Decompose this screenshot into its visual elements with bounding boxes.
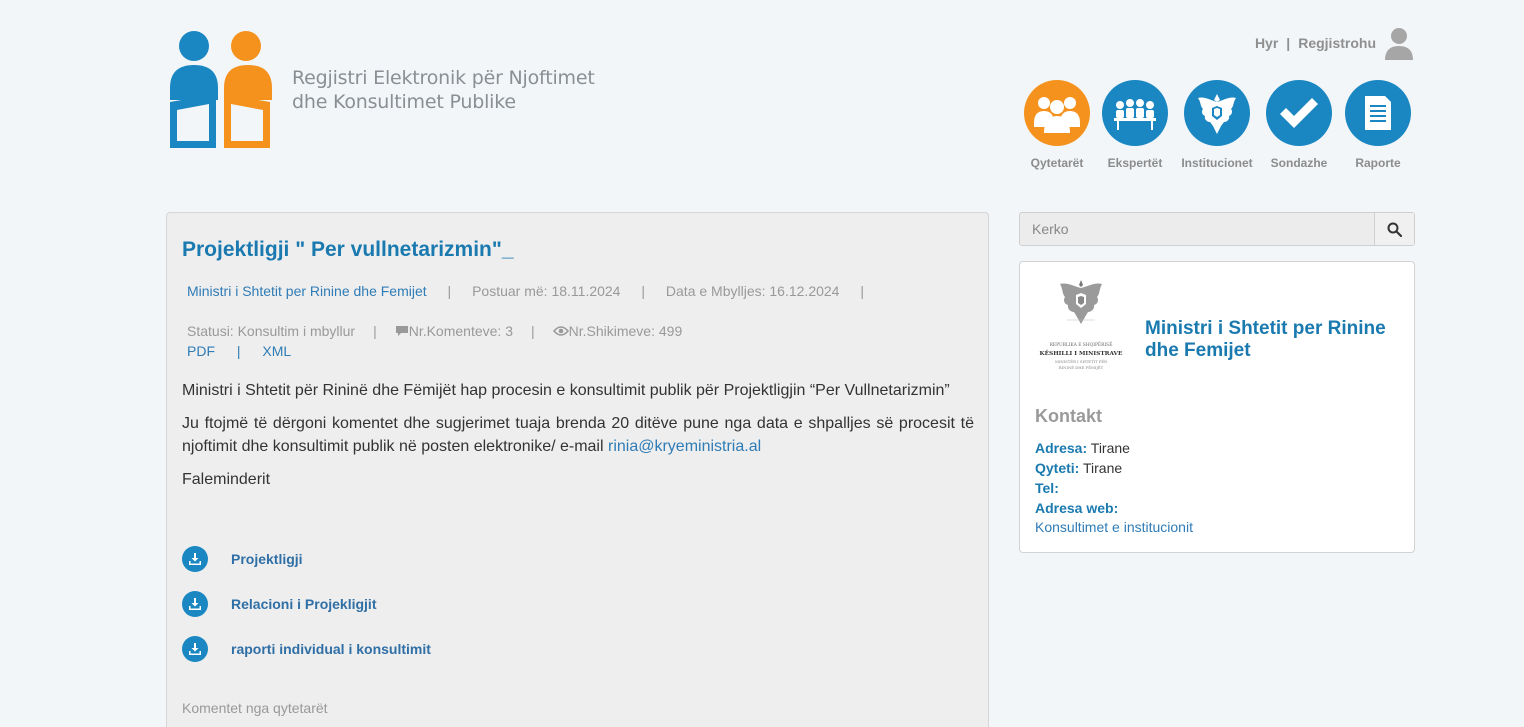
experts-icon: [1114, 99, 1156, 130]
address-value: Tirane: [1090, 440, 1130, 456]
export-separator: |: [236, 343, 241, 359]
contact-web: Adresa web:: [1035, 500, 1118, 516]
download-label[interactable]: Projektligji: [231, 551, 303, 567]
site-title-line-1: Regjistri Elektronik për Njoftimet: [292, 67, 595, 89]
tel-key: Tel:: [1035, 480, 1059, 496]
logo-book-blue: [170, 94, 216, 148]
logo-body-blue: [170, 65, 218, 100]
document-downloads: Projektligji Relacioni i Projekligjit ra…: [182, 546, 431, 681]
consultation-stats-row: Statusi: Konsultim i mbyllur | Nr.Koment…: [187, 323, 682, 339]
download-item-report-relation[interactable]: Relacioni i Projekligjit: [182, 591, 431, 617]
institution-consultations-link[interactable]: Konsultimet e institucionit: [1035, 519, 1193, 535]
checkmark-icon: [1280, 98, 1318, 128]
address-key: Adresa:: [1035, 440, 1088, 456]
nav-circle-reports: [1345, 80, 1411, 146]
meta-separator: |: [447, 283, 452, 299]
download-item-draft-law[interactable]: Projektligji: [182, 546, 431, 572]
logo-head-orange: [231, 31, 261, 61]
contact-city: Qyteti: Tirane: [1035, 460, 1122, 476]
pdf-export-link[interactable]: PDF: [187, 343, 215, 359]
emblem-text-line4: RININË DHE FËMIJËT: [1059, 365, 1104, 370]
email-link[interactable]: rinia@kryeministria.al: [608, 438, 761, 455]
eye-icon: [552, 326, 569, 336]
nav-circle-experts: [1102, 80, 1168, 146]
emblem-text-line3: MINISTËR I SHTETIT PËR: [1055, 359, 1107, 364]
comment-bubble-icon: [395, 326, 408, 336]
download-label[interactable]: raporti individual i konsultimit: [231, 641, 431, 657]
logo-body-orange: [224, 65, 272, 100]
consultation-meta-row: Ministri i Shtetit per Rinine dhe Femije…: [187, 283, 881, 299]
login-link[interactable]: Hyr: [1255, 35, 1278, 51]
views-count: Nr.Shikimeve: 499: [568, 323, 683, 339]
main-navigation: Qytetarët Ekspertët Institucionet Sondaz…: [1017, 80, 1417, 180]
eagle-emblem-icon: [1198, 94, 1236, 134]
consultation-title: Projektligji " Per vullnetarizmin"_: [182, 238, 514, 261]
site-logo[interactable]: [169, 30, 273, 150]
nav-label-citizens: Qytetarët: [1030, 156, 1084, 170]
citizens-icon: [1034, 97, 1080, 133]
consultation-description: Ministri i Shtetit për Rininë dhe Fëmijë…: [182, 379, 974, 501]
description-paragraph-1: Ministri i Shtetit për Rininë dhe Fëmijë…: [182, 382, 950, 399]
emblem-text-line2: KËSHILLI I MINISTRAVE: [1040, 350, 1123, 357]
city-value: Tirane: [1082, 460, 1123, 476]
meta-separator: |: [530, 323, 535, 339]
document-icon: [1365, 96, 1391, 130]
institution-link[interactable]: Ministri i Shtetit per Rinine dhe Femije…: [187, 283, 427, 299]
nav-label-institutions: Institucionet: [1181, 156, 1253, 170]
download-icon[interactable]: [182, 591, 208, 617]
download-label[interactable]: Relacioni i Projekligjit: [231, 596, 376, 612]
invitation-text: Ju ftojmë të dërgoni komentet dhe sugjer…: [182, 415, 974, 455]
nav-circle-citizens: [1024, 80, 1090, 146]
nav-item-citizens[interactable]: Qytetarët: [1017, 80, 1097, 170]
meta-separator: |: [641, 283, 646, 299]
consultation-status: Statusi: Konsultim i mbyllur: [187, 323, 356, 339]
comments-count: Nr.Komenteve: 3: [408, 323, 513, 339]
export-links: PDF | XML: [187, 343, 291, 359]
contact-tel: Tel:: [1035, 480, 1059, 496]
user-avatar-icon[interactable]: [1384, 26, 1414, 60]
city-key: Qyteti:: [1035, 460, 1080, 476]
search-icon: [1387, 222, 1402, 237]
search-button[interactable]: [1374, 213, 1414, 245]
nav-label-reports: Raporte: [1355, 156, 1401, 170]
search-input[interactable]: [1020, 213, 1374, 245]
download-icon[interactable]: [182, 546, 208, 572]
meta-separator: |: [373, 323, 377, 339]
comments-stat: Nr.Komenteve: 3: [395, 323, 513, 339]
web-key: Adresa web:: [1035, 500, 1119, 516]
nav-item-institutions[interactable]: Institucionet: [1177, 80, 1257, 170]
site-title-line-2: dhe Konsultimet Publike: [292, 91, 516, 113]
nav-circle-institutions: [1184, 80, 1250, 146]
institution-name: Ministri i Shtetit per Rinine dhe Femije…: [1145, 318, 1386, 361]
site-title[interactable]: Regjistri Elektronik për Njoftimet dhe K…: [292, 66, 595, 114]
emblem-text-line1: REPUBLIKA E SHQIPËRISË: [1050, 342, 1113, 348]
download-item-individual-report[interactable]: raporti individual i konsultimit: [182, 636, 431, 662]
views-stat: Nr.Shikimeve: 499: [552, 323, 683, 339]
nav-circle-surveys: [1266, 80, 1332, 146]
contact-address: Adresa: Tirane: [1035, 440, 1130, 456]
nav-item-reports[interactable]: Raporte: [1338, 80, 1418, 170]
nav-label-surveys: Sondazhe: [1270, 156, 1328, 170]
consultation-panel: Projektligji " Per vullnetarizmin"_ Mini…: [166, 212, 989, 727]
auth-links: Hyr | Regjistrohu: [1255, 26, 1414, 60]
institution-card: REPUBLIKA E SHQIPËRISË KËSHILLI I MINIST…: [1019, 261, 1415, 553]
logo-book-orange: [224, 94, 270, 148]
register-link[interactable]: Regjistrohu: [1298, 35, 1376, 51]
description-paragraph-3: Faleminderit: [182, 471, 271, 488]
contact-heading: Kontakt: [1035, 406, 1102, 426]
download-icon[interactable]: [182, 636, 208, 662]
search-box: [1019, 212, 1415, 246]
government-emblem: REPUBLIKA E SHQIPËRISË KËSHILLI I MINIST…: [1040, 280, 1123, 370]
logo-head-blue: [179, 31, 209, 61]
nav-label-experts: Ekspertët: [1107, 156, 1163, 170]
meta-separator: |: [860, 283, 864, 299]
auth-separator: |: [1286, 35, 1291, 51]
comments-heading: Komentet nga qytetarët: [182, 700, 328, 716]
description-paragraph-2: Ju ftojmë të dërgoni komentet dhe sugjer…: [182, 412, 974, 458]
nav-item-surveys[interactable]: Sondazhe: [1259, 80, 1339, 170]
xml-export-link[interactable]: XML: [262, 343, 291, 359]
closing-date: Data e Mbylljes: 16.12.2024: [665, 283, 840, 299]
posted-date: Postuar më: 18.11.2024: [472, 283, 621, 299]
nav-item-experts[interactable]: Ekspertët: [1095, 80, 1175, 170]
